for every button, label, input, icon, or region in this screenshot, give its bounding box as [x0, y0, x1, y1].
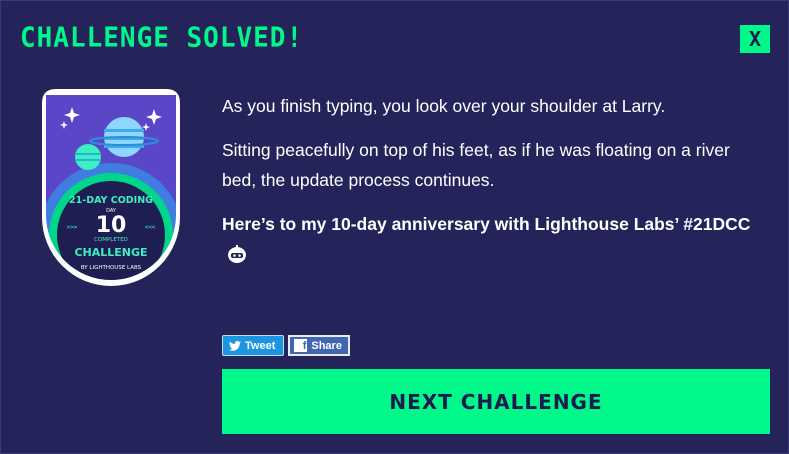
facebook-icon: f [294, 339, 308, 352]
badge-bottom-text: CHALLENGE [74, 246, 147, 259]
story-content: As you finish typing, you look over your… [222, 91, 767, 283]
share-message: Here’s to my 10-day anniversary with Lig… [222, 209, 767, 269]
twitter-bird-icon [229, 340, 241, 351]
badge-top-text: 21-DAY CODING [69, 195, 153, 206]
badge-completed-label: COMPLETED [94, 237, 128, 243]
robot-icon [228, 245, 246, 263]
story-paragraph-2: Sitting peacefully on top of his feet, a… [222, 140, 730, 190]
share-message-text: Here’s to my 10-day anniversary with Lig… [222, 214, 751, 234]
badge-org-text: BY LIGHTHOUSE LABS [81, 265, 142, 271]
modal-title: CHALLENGE SOLVED! [20, 22, 304, 54]
badge-chevrons-right: <<< [145, 224, 156, 231]
day-10-badge: 21-DAY CODING DAY >>> 10 <<< COMPLETED C… [42, 89, 180, 286]
story-paragraph-1: As you finish typing, you look over your… [222, 96, 666, 116]
tweet-label: Tweet [245, 339, 276, 352]
badge-day-number: 10 [96, 213, 127, 238]
tweet-button[interactable]: Tweet [222, 335, 285, 356]
next-challenge-button[interactable]: NEXT CHALLENGE [222, 369, 770, 434]
close-button[interactable]: X [740, 25, 770, 53]
facebook-share-button[interactable]: f Share [288, 335, 350, 356]
challenge-solved-modal: CHALLENGE SOLVED! X 21-DAY CODING DAY >>… [0, 0, 789, 454]
facebook-share-label: Share [311, 339, 342, 352]
badge-chevrons-left: >>> [67, 224, 78, 231]
share-buttons: Tweet f Share [222, 335, 350, 356]
